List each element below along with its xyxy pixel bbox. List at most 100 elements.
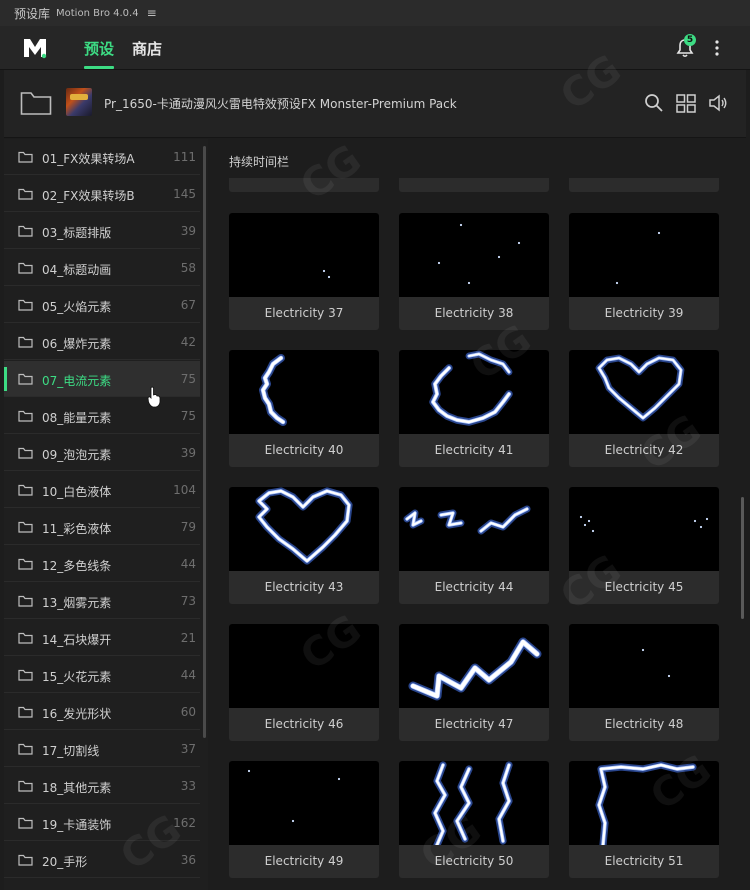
sidebar-item-category[interactable]: 11_彩色液体 79 bbox=[4, 509, 200, 545]
folder-icon bbox=[18, 447, 33, 459]
preset-thumbnail[interactable] bbox=[399, 761, 549, 845]
mouse-cursor-icon bbox=[147, 386, 161, 408]
category-count: 73 bbox=[180, 594, 196, 608]
sidebar-item-category[interactable]: 18_其他元素 33 bbox=[4, 768, 200, 804]
hamburger-menu-icon[interactable]: ≡ bbox=[147, 6, 157, 20]
preset-thumbnail[interactable] bbox=[229, 487, 379, 571]
preset-card[interactable]: Electricity 39 bbox=[569, 213, 719, 330]
preset-card[interactable]: Electricity 47 bbox=[399, 624, 549, 741]
sidebar-item-category[interactable]: 14_石块爆开 21 bbox=[4, 620, 200, 656]
active-tab-indicator bbox=[84, 66, 114, 69]
category-count: 60 bbox=[180, 705, 196, 719]
preset-card[interactable]: Electricity 50 bbox=[399, 761, 549, 878]
folder-icon bbox=[18, 521, 33, 533]
preset-label: Electricity 42 bbox=[604, 443, 684, 457]
preset-label: Electricity 40 bbox=[264, 443, 344, 457]
preset-card[interactable]: Electricity 51 bbox=[569, 761, 719, 878]
preset-card[interactable]: Electricity 48 bbox=[569, 624, 719, 741]
folder-icon bbox=[18, 558, 33, 570]
folder-icon[interactable] bbox=[20, 90, 52, 116]
sidebar-item-category[interactable]: 20_手形 36 bbox=[4, 842, 200, 878]
preset-card[interactable]: Electricity 45 bbox=[569, 487, 719, 604]
preset-thumbnail[interactable] bbox=[399, 213, 549, 297]
preset-card[interactable]: Electricity 42 bbox=[569, 350, 719, 467]
sidebar-item-category[interactable]: 12_多色线条 44 bbox=[4, 546, 200, 582]
preset-label: Electricity 51 bbox=[604, 854, 684, 868]
more-menu-icon[interactable] bbox=[712, 39, 722, 57]
category-count: 104 bbox=[173, 483, 196, 497]
category-label: 19_卡通装饰 bbox=[42, 818, 112, 832]
category-label: 03_标题排版 bbox=[42, 226, 112, 240]
sidebar-item-category[interactable]: 02_FX效果转场B 145 bbox=[4, 176, 200, 212]
partial-card[interactable] bbox=[229, 178, 379, 192]
folder-icon bbox=[18, 706, 33, 718]
sidebar-item-category[interactable]: 01_FX效果转场A 111 bbox=[4, 139, 200, 175]
preset-label: Electricity 43 bbox=[264, 580, 344, 594]
main-scrollbar[interactable] bbox=[741, 497, 744, 619]
preset-thumbnail[interactable] bbox=[229, 350, 379, 434]
preset-card[interactable]: Electricity 40 bbox=[229, 350, 379, 467]
preset-thumbnail[interactable] bbox=[569, 624, 719, 708]
sidebar-item-category[interactable]: 03_标题排版 39 bbox=[4, 213, 200, 249]
folder-icon bbox=[18, 632, 33, 644]
app-header: 预设 商店 5 bbox=[0, 26, 750, 70]
pack-bar: Pr_1650-卡通动漫风火雷电特效预设FX Monster-Premium P… bbox=[4, 70, 746, 138]
pack-thumbnail bbox=[66, 88, 92, 116]
partial-card[interactable] bbox=[399, 178, 549, 192]
sidebar-scrollbar[interactable] bbox=[203, 146, 206, 738]
grid-view-icon[interactable] bbox=[676, 93, 696, 113]
sidebar-item-category[interactable]: 08_能量元素 75 bbox=[4, 398, 200, 434]
sidebar-item-category[interactable]: 13_烟雾元素 73 bbox=[4, 583, 200, 619]
preset-thumbnail[interactable] bbox=[229, 213, 379, 297]
sidebar-item-category[interactable]: 10_白色液体 104 bbox=[4, 472, 200, 508]
category-label: 18_其他元素 bbox=[42, 781, 112, 795]
category-count: 37 bbox=[180, 742, 196, 756]
preset-label: Electricity 46 bbox=[264, 717, 344, 731]
preset-label: Electricity 38 bbox=[434, 306, 514, 320]
preset-card[interactable]: Electricity 44 bbox=[399, 487, 549, 604]
section-title: 持续时间栏 bbox=[229, 155, 290, 169]
preset-thumbnail[interactable] bbox=[399, 487, 549, 571]
sidebar-item-category[interactable]: 09_泡泡元素 39 bbox=[4, 435, 200, 471]
preset-label: Electricity 44 bbox=[434, 580, 514, 594]
category-label: 10_白色液体 bbox=[42, 485, 112, 499]
sidebar-item-category[interactable]: 05_火焰元素 67 bbox=[4, 287, 200, 323]
preset-thumbnail[interactable] bbox=[229, 624, 379, 708]
preset-card[interactable]: Electricity 37 bbox=[229, 213, 379, 330]
preset-label: Electricity 49 bbox=[264, 854, 344, 868]
preset-label: Electricity 37 bbox=[264, 306, 344, 320]
preset-thumbnail[interactable] bbox=[569, 487, 719, 571]
preset-card[interactable]: Electricity 41 bbox=[399, 350, 549, 467]
tab-store[interactable]: 商店 bbox=[132, 38, 162, 59]
preset-label: Electricity 47 bbox=[434, 717, 514, 731]
partial-card[interactable] bbox=[569, 178, 719, 192]
sidebar-item-category[interactable]: 17_切割线 37 bbox=[4, 731, 200, 767]
category-label: 11_彩色液体 bbox=[42, 522, 112, 536]
folder-icon bbox=[18, 299, 33, 311]
preset-thumbnail[interactable] bbox=[569, 350, 719, 434]
sidebar-item-category[interactable]: 19_卡通装饰 162 bbox=[4, 805, 200, 841]
preset-thumbnail[interactable] bbox=[399, 350, 549, 434]
preset-card[interactable]: Electricity 38 bbox=[399, 213, 549, 330]
search-icon[interactable] bbox=[644, 93, 664, 113]
tab-presets[interactable]: 预设 bbox=[84, 38, 114, 59]
sidebar-item-category[interactable]: 15_火花元素 44 bbox=[4, 657, 200, 693]
sidebar-item-category[interactable]: 06_爆炸元素 42 bbox=[4, 324, 200, 360]
speaker-icon[interactable] bbox=[708, 93, 728, 113]
sidebar-item-category[interactable]: 16_发光形状 60 bbox=[4, 694, 200, 730]
preset-card[interactable]: Electricity 43 bbox=[229, 487, 379, 604]
category-label: 17_切割线 bbox=[42, 744, 100, 758]
sidebar-item-category[interactable]: 07_电流元素 75 bbox=[4, 361, 200, 397]
category-count: 44 bbox=[180, 668, 196, 682]
category-count: 21 bbox=[180, 631, 196, 645]
category-count: 111 bbox=[173, 150, 196, 164]
preset-thumbnail[interactable] bbox=[569, 213, 719, 297]
preset-card[interactable]: Electricity 46 bbox=[229, 624, 379, 741]
preset-thumbnail[interactable] bbox=[229, 761, 379, 845]
preset-card[interactable]: Electricity 49 bbox=[229, 761, 379, 878]
category-label: 20_手形 bbox=[42, 855, 88, 869]
category-count: 39 bbox=[180, 224, 196, 238]
preset-thumbnail[interactable] bbox=[399, 624, 549, 708]
sidebar-item-category[interactable]: 04_标题动画 58 bbox=[4, 250, 200, 286]
preset-thumbnail[interactable] bbox=[569, 761, 719, 845]
